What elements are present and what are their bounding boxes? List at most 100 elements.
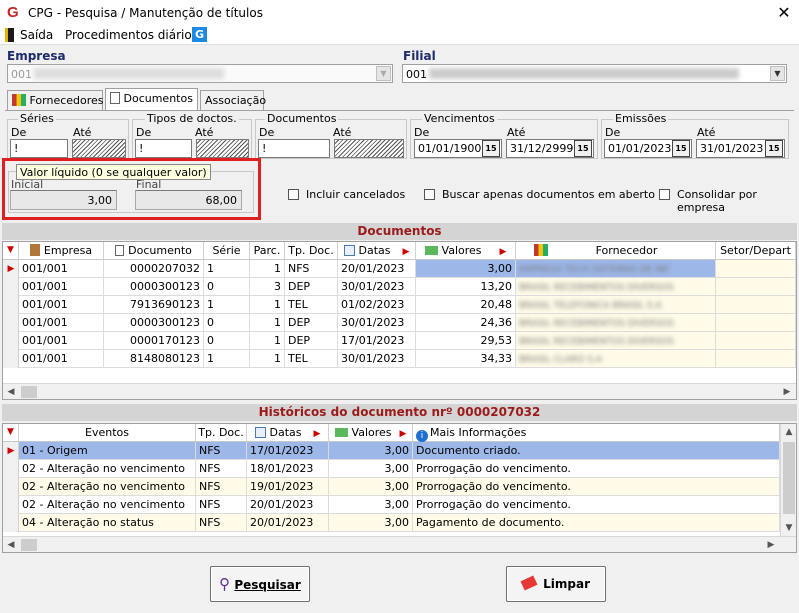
documentos-hscrollbar[interactable]: ◀ ▶ [3, 383, 796, 399]
cell-evento[interactable]: 02 - Alteração no vencimento [19, 460, 196, 477]
tab-fornecedores[interactable]: Fornecedores [7, 90, 104, 111]
empresa-select[interactable]: 001 ▼ [7, 64, 393, 83]
table-row[interactable]: 001/001 0000300123 0 1 DEP 30/01/2023 24,36 BRA… [3, 314, 796, 332]
cell-forn[interactable]: BRASIL CLARO S.A [516, 350, 716, 367]
table-row[interactable]: 01 - Origem NFS 17/01/2023 3,00 Documento cr… [3, 442, 780, 460]
scroll-right-icon[interactable]: ▶ [779, 384, 795, 400]
cell-parc[interactable]: 1 [250, 314, 285, 331]
emissoes-to-input[interactable]: 31/01/2023 15 [696, 139, 785, 158]
consolidar-label[interactable]: Consolidar por empresa [677, 188, 799, 214]
cell-tp[interactable]: DEP [285, 332, 338, 349]
table-row[interactable]: 04 - Alteração no status NFS 20/01/2023 3,0… [3, 514, 780, 532]
scroll-left-icon[interactable]: ◀ [3, 537, 19, 553]
cell-setor[interactable] [716, 278, 796, 295]
cell-documento[interactable]: 0000207032 [104, 260, 204, 277]
col-tp-doc[interactable]: Tp. Doc. [196, 424, 247, 442]
documentos-from-input[interactable]: ! [258, 139, 330, 158]
cell-evento[interactable]: 04 - Alteração no status [19, 514, 196, 531]
cell-info[interactable]: Pagamento de documento. [413, 514, 780, 531]
filial-select[interactable]: 001 ▼ [402, 64, 787, 83]
table-row[interactable]: 001/001 0000170123 0 1 DEP 17/01/2023 29,53 BRA… [3, 332, 796, 350]
cell-info[interactable]: Documento criado. [413, 442, 780, 459]
col-eventos[interactable]: Eventos [19, 424, 196, 442]
menu-exit[interactable]: Saída [20, 28, 53, 42]
cell-data[interactable]: 01/02/2023 [338, 296, 416, 313]
cell-forn[interactable]: EMPRESA TECH SISTEMAS DE INF [516, 260, 716, 277]
cell-documento[interactable]: 8148080123 [104, 350, 204, 367]
col-fornecedor[interactable]: Fornecedor [516, 242, 716, 260]
cell-empresa[interactable]: 001/001 [19, 350, 104, 367]
clear-button[interactable]: Limpar [506, 566, 606, 602]
cell-parc[interactable]: 1 [250, 260, 285, 277]
cell-setor[interactable] [716, 332, 796, 349]
table-row[interactable]: 001/001 7913690123 1 1 TEL 01/02/2023 20,48 BRA… [3, 296, 796, 314]
cell-tp[interactable]: NFS [196, 496, 247, 513]
cell-forn[interactable]: BRASIL RECEBIMENTOS DIVERSOS [516, 314, 716, 331]
cell-setor[interactable] [716, 296, 796, 313]
chevron-down-icon[interactable]: ▼ [376, 66, 391, 81]
cell-documento[interactable]: 0000170123 [104, 332, 204, 349]
cell-tp[interactable]: DEP [285, 314, 338, 331]
calendar-icon[interactable]: 15 [574, 140, 592, 157]
table-row[interactable]: 02 - Alteração no vencimento NFS 18/01/202… [3, 460, 780, 478]
cell-info[interactable]: Prorrogação do vencimento. [413, 478, 780, 495]
cell-serie[interactable]: 0 [204, 332, 250, 349]
col-parc[interactable]: Parc. [250, 242, 285, 260]
cell-data[interactable]: 20/01/2023 [338, 260, 416, 277]
tipos-from-input[interactable]: ! [135, 139, 192, 158]
consolidar-checkbox[interactable] [659, 189, 670, 200]
col-mais-info[interactable]: i Mais Informações [413, 424, 780, 442]
documentos-to-input[interactable] [334, 139, 404, 158]
cancelados-label[interactable]: Incluir cancelados [306, 188, 405, 201]
valor-inicial-input[interactable]: 3,00 [10, 190, 117, 210]
cell-empresa[interactable]: 001/001 [19, 296, 104, 313]
scroll-left-icon[interactable]: ◀ [3, 384, 19, 400]
cell-parc[interactable]: 3 [250, 278, 285, 295]
cell-tp[interactable]: NFS [196, 478, 247, 495]
col-valores[interactable]: Valores ▶ [416, 242, 516, 260]
cell-valor[interactable]: 24,36 [416, 314, 516, 331]
cell-setor[interactable] [716, 350, 796, 367]
cell-valor[interactable]: 29,53 [416, 332, 516, 349]
cell-data[interactable]: 17/01/2023 [247, 442, 329, 459]
cell-tp[interactable]: DEP [285, 278, 338, 295]
tab-documentos[interactable]: Documentos [105, 88, 198, 111]
col-empresa[interactable]: Empresa [19, 242, 104, 260]
scroll-down-icon[interactable]: ▼ [781, 520, 797, 536]
cell-tp[interactable]: NFS [196, 514, 247, 531]
col-tp-doc[interactable]: Tp. Doc. [285, 242, 338, 260]
cell-info[interactable]: Prorrogação do vencimento. [413, 460, 780, 477]
cell-setor[interactable] [716, 314, 796, 331]
cell-serie[interactable]: 0 [204, 314, 250, 331]
cell-valor[interactable]: 3,00 [416, 260, 516, 277]
cell-documento[interactable]: 0000300123 [104, 314, 204, 331]
cell-data[interactable]: 20/01/2023 [247, 514, 329, 531]
cell-tp[interactable]: NFS [196, 460, 247, 477]
cell-data[interactable]: 30/01/2023 [338, 278, 416, 295]
cell-documento[interactable]: 0000300123 [104, 278, 204, 295]
cell-valor[interactable]: 3,00 [329, 442, 413, 459]
table-row[interactable]: 001/001 8148080123 1 1 TEL 30/01/2023 34,33 BRA… [3, 350, 796, 368]
chevron-down-icon[interactable]: ▼ [770, 66, 785, 81]
col-serie[interactable]: Série [204, 242, 250, 260]
cell-data[interactable]: 18/01/2023 [247, 460, 329, 477]
scroll-thumb[interactable] [21, 539, 37, 551]
table-row[interactable]: 001/001 0000207032 1 1 NFS 20/01/2023 3,00 EMPR… [3, 260, 796, 278]
tab-associacao[interactable]: Associação [200, 90, 266, 111]
abertos-checkbox[interactable] [424, 189, 435, 200]
cell-setor[interactable] [716, 260, 796, 277]
cell-serie[interactable]: 1 [204, 296, 250, 313]
cell-valor[interactable]: 34,33 [416, 350, 516, 367]
scroll-up-icon[interactable]: ▲ [781, 424, 797, 440]
cell-info[interactable]: Prorrogação do vencimento. [413, 496, 780, 513]
cell-documento[interactable]: 7913690123 [104, 296, 204, 313]
table-row[interactable]: 001/001 0000300123 0 3 DEP 30/01/2023 13,20 BRA… [3, 278, 796, 296]
scroll-thumb[interactable] [783, 442, 795, 514]
search-button[interactable]: ⚲ Pesquisar [210, 566, 310, 602]
cell-valor[interactable]: 3,00 [329, 496, 413, 513]
col-datas[interactable]: Datas ▶ [338, 242, 416, 260]
emissoes-from-input[interactable]: 01/01/2023 15 [604, 139, 692, 158]
cell-valor[interactable]: 3,00 [329, 478, 413, 495]
cell-parc[interactable]: 1 [250, 350, 285, 367]
col-setor[interactable]: Setor/Depart [716, 242, 796, 260]
